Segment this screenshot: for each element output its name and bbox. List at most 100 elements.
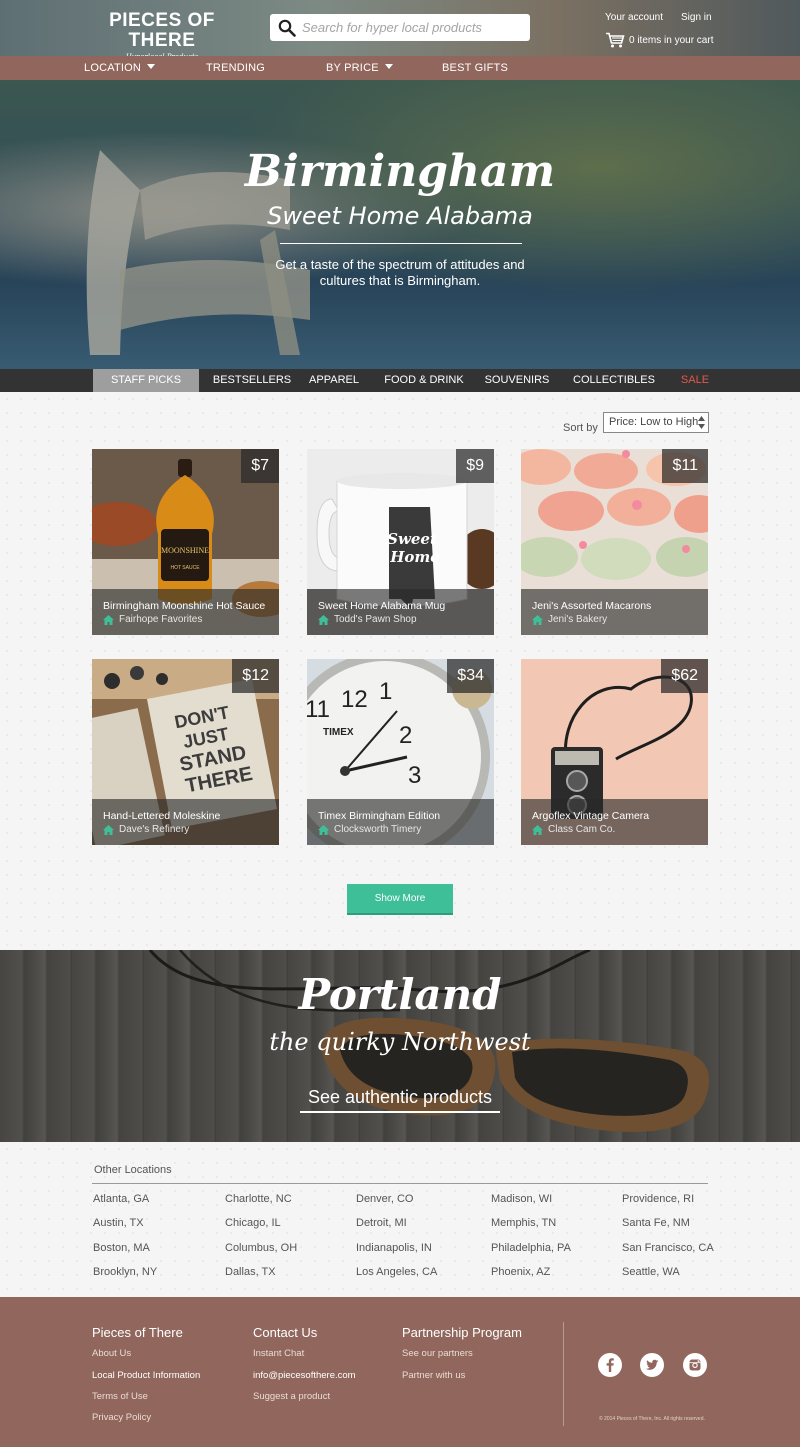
footer-link-about[interactable]: About Us xyxy=(92,1348,131,1359)
show-more-button[interactable]: Show More xyxy=(347,884,453,915)
tab-souvenirs[interactable]: SOUVENIRS xyxy=(482,369,552,392)
shop-link[interactable]: Jeni's Bakery xyxy=(532,613,708,627)
product-card[interactable]: DON'T JUST STAND THERE $12 Hand-Lettered… xyxy=(92,659,279,845)
sort-dropdown[interactable]: Price: Low to High xyxy=(603,412,709,433)
site-logo[interactable]: PIECES OF THERE Hyperlocal Products xyxy=(92,11,232,61)
cart-link[interactable]: 0 items in your cart xyxy=(605,32,713,48)
product-name[interactable]: Jeni's Assorted Macarons xyxy=(532,599,708,613)
shop-link[interactable]: Todd's Pawn Shop xyxy=(318,613,494,627)
product-caption: Birmingham Moonshine Hot Sauce Fairhope … xyxy=(92,589,279,635)
sort-label: Sort by xyxy=(563,422,598,434)
tab-staff-picks[interactable]: STAFF PICKS xyxy=(93,369,199,392)
twitter-button[interactable] xyxy=(640,1353,664,1377)
portland-banner: Portland the quirky Northwest See authen… xyxy=(0,950,800,1142)
location-link[interactable]: Chicago, IL xyxy=(225,1217,281,1229)
search-input[interactable] xyxy=(302,14,524,41)
portland-city-title: Portland xyxy=(298,970,502,1019)
instagram-button[interactable] xyxy=(683,1353,707,1377)
location-link[interactable]: Boston, MA xyxy=(93,1242,150,1254)
product-price: $12 xyxy=(232,659,279,693)
location-link[interactable]: Charlotte, NC xyxy=(225,1193,292,1205)
footer-link-terms[interactable]: Terms of Use xyxy=(92,1391,148,1402)
copyright-text: © 2014 Pieces of There, Inc. All rights … xyxy=(599,1416,705,1422)
hero-banner: Birmingham Sweet Home Alabama Get a tast… xyxy=(0,80,800,369)
home-icon xyxy=(318,615,329,625)
product-name[interactable]: Timex Birmingham Edition xyxy=(318,809,494,823)
mug-text-home: Home xyxy=(389,548,440,566)
nav-location[interactable]: LOCATION xyxy=(84,56,156,80)
location-link[interactable]: Madison, WI xyxy=(491,1193,552,1205)
product-card[interactable]: $62 Argoflex Vintage Camera Class Cam Co… xyxy=(521,659,708,845)
location-link[interactable]: Austin, TX xyxy=(93,1217,144,1229)
shop-link[interactable]: Fairhope Favorites xyxy=(103,613,279,627)
shop-link[interactable]: Clocksworth Timery xyxy=(318,823,494,837)
tab-sale[interactable]: SALE xyxy=(675,369,715,392)
other-locations-divider xyxy=(92,1183,708,1184)
footer-link-see-partners[interactable]: See our partners xyxy=(402,1348,473,1359)
your-account-link[interactable]: Your account xyxy=(605,12,663,23)
see-authentic-products-link[interactable]: See authentic products xyxy=(300,1087,500,1113)
nav-by-price[interactable]: BY PRICE xyxy=(326,56,393,80)
footer-heading-partnership: Partnership Program xyxy=(402,1325,522,1340)
facebook-button[interactable] xyxy=(598,1353,622,1377)
location-link[interactable]: Seattle, WA xyxy=(622,1266,680,1278)
footer-link-product-info[interactable]: Local Product Information xyxy=(92,1370,200,1381)
product-name[interactable]: Sweet Home Alabama Mug xyxy=(318,599,494,613)
shop-name: Dave's Refinery xyxy=(119,824,190,835)
location-link[interactable]: Providence, RI xyxy=(622,1193,694,1205)
shop-link[interactable]: Dave's Refinery xyxy=(103,823,279,837)
caret-down-icon xyxy=(147,64,156,69)
shop-link[interactable]: Class Cam Co. xyxy=(532,823,708,837)
main-nav: LOCATION TRENDING BY PRICE BEST GIFTS xyxy=(0,56,800,80)
footer-divider xyxy=(563,1322,564,1426)
hero-tagline: Sweet Home Alabama xyxy=(267,202,533,230)
footer-link-partner-with-us[interactable]: Partner with us xyxy=(402,1370,465,1381)
hot-sauce-label-text: MOONSHINE xyxy=(161,546,209,555)
location-link[interactable]: Phoenix, AZ xyxy=(491,1266,550,1278)
footer-link-privacy[interactable]: Privacy Policy xyxy=(92,1412,151,1423)
product-card[interactable]: $11 Jeni's Assorted Macarons Jeni's Bake… xyxy=(521,449,708,635)
footer-link-suggest[interactable]: Suggest a product xyxy=(253,1391,330,1402)
tab-collectibles[interactable]: COLLECTIBLES xyxy=(570,369,658,392)
location-link[interactable]: Philadelphia, PA xyxy=(491,1242,571,1254)
location-link[interactable]: Atlanta, GA xyxy=(93,1193,149,1205)
sign-in-link[interactable]: Sign in xyxy=(681,12,712,23)
footer-link-chat[interactable]: Instant Chat xyxy=(253,1348,304,1359)
product-price: $11 xyxy=(662,449,708,483)
tab-food-drink[interactable]: FOOD & DRINK xyxy=(378,369,470,392)
hot-sauce-sublabel-text: HOT SAUCE xyxy=(170,565,200,571)
search-icon[interactable] xyxy=(278,19,296,37)
product-price: $62 xyxy=(661,659,708,693)
location-link[interactable]: Santa Fe, NM xyxy=(622,1217,690,1229)
tab-bestsellers[interactable]: BESTSELLERS xyxy=(212,369,292,392)
location-link[interactable]: Denver, CO xyxy=(356,1193,413,1205)
caret-down-icon xyxy=(384,64,393,69)
location-link[interactable]: Los Angeles, CA xyxy=(356,1266,437,1278)
product-card[interactable]: MOONSHINE HOT SAUCE $7 Birmingham Moonsh… xyxy=(92,449,279,635)
location-link[interactable]: Columbus, OH xyxy=(225,1242,297,1254)
home-icon xyxy=(103,615,114,625)
location-link[interactable]: San Francisco, CA xyxy=(622,1242,714,1254)
nav-best-gifts[interactable]: BEST GIFTS xyxy=(442,56,508,80)
product-caption: Argoflex Vintage Camera Class Cam Co. xyxy=(521,799,708,845)
nav-trending[interactable]: TRENDING xyxy=(206,56,265,80)
product-card[interactable]: 12 1 2 3 11 TIMEX $34 Timex Birmingham E… xyxy=(307,659,494,845)
location-link[interactable]: Memphis, TN xyxy=(491,1217,556,1229)
product-price: $9 xyxy=(456,449,494,483)
product-card[interactable]: Sweet Home $9 Sweet Home Alabama Mug Tod… xyxy=(307,449,494,635)
product-name[interactable]: Argoflex Vintage Camera xyxy=(532,809,708,823)
location-link[interactable]: Brooklyn, NY xyxy=(93,1266,157,1278)
cart-icon xyxy=(606,32,625,48)
cart-count-text: 0 items in your cart xyxy=(629,34,714,46)
location-link[interactable]: Indianapolis, IN xyxy=(356,1242,432,1254)
product-name[interactable]: Birmingham Moonshine Hot Sauce xyxy=(103,599,279,613)
category-tabs: STAFF PICKS BESTSELLERS APPAREL FOOD & D… xyxy=(0,369,800,392)
clock-numeral-1: 1 xyxy=(379,678,392,705)
facebook-icon xyxy=(606,1358,614,1372)
footer-link-email[interactable]: info@piecesofthere.com xyxy=(253,1370,356,1381)
footer-heading-company: Pieces of There xyxy=(92,1325,183,1340)
location-link[interactable]: Dallas, TX xyxy=(225,1266,276,1278)
product-name[interactable]: Hand-Lettered Moleskine xyxy=(103,809,279,823)
location-link[interactable]: Detroit, MI xyxy=(356,1217,407,1229)
tab-apparel[interactable]: APPAREL xyxy=(304,369,364,392)
